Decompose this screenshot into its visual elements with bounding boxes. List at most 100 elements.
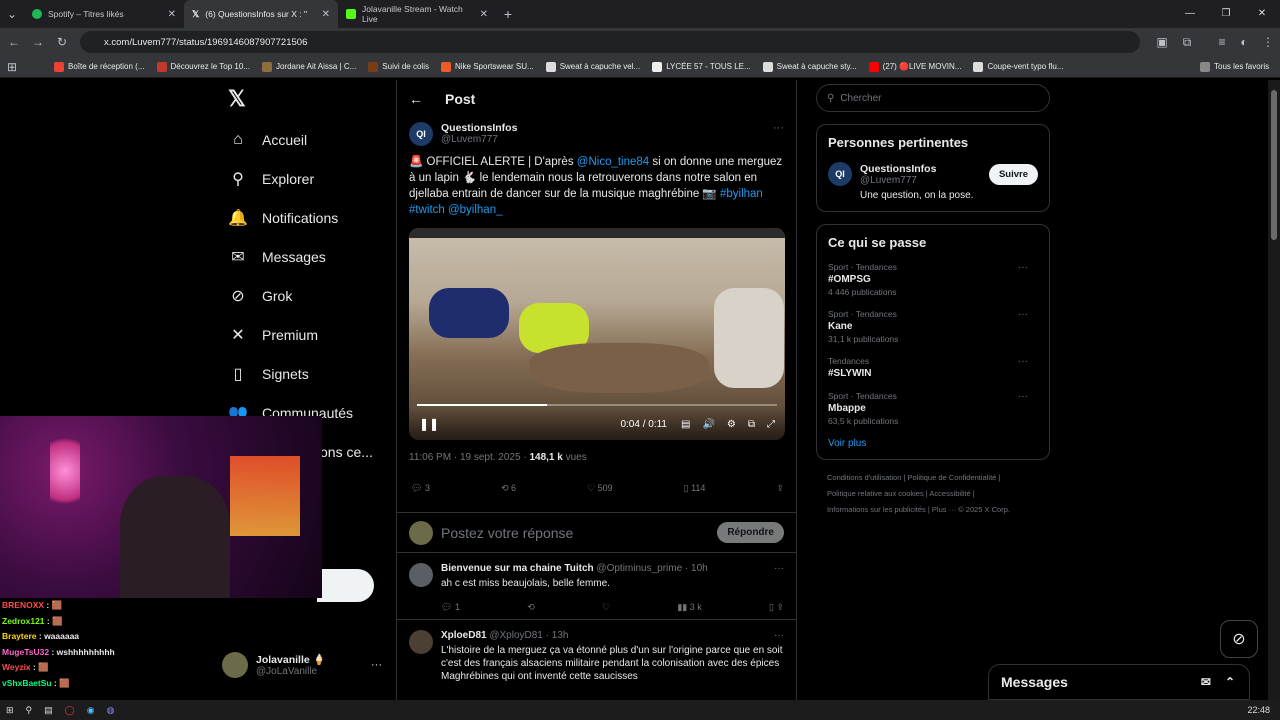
heart-icon[interactable]: ♡ <box>602 602 610 613</box>
close-window-icon[interactable]: ✕ <box>1244 0 1280 28</box>
expand-icon[interactable]: ⌃ <box>1225 675 1235 689</box>
like-action[interactable]: ♡ 509 <box>587 483 613 512</box>
repost-action[interactable]: ⟲ 6 <box>501 483 516 512</box>
settings-icon[interactable]: ⚙ <box>727 419 736 430</box>
repost-icon[interactable]: ⟲ <box>527 602 535 613</box>
scrollbar-thumb[interactable] <box>1271 90 1277 240</box>
bookmark-youtube[interactable]: (27) 🔴LIVE MOVIN... <box>868 61 961 72</box>
more-icon[interactable]: ··· <box>1018 309 1028 320</box>
nav-notifications[interactable]: 🔔 Notifications <box>222 198 392 237</box>
footer-line[interactable]: Conditions d'utilisation | Politique de … <box>827 470 1039 486</box>
puzzle-icon[interactable]: ⧉ <box>1175 35 1199 50</box>
restore-icon[interactable]: ❐ <box>1208 0 1244 28</box>
trend-item[interactable]: Tendances #SLYWIN ··· <box>828 356 1038 379</box>
reply-author[interactable]: XploeD81 <box>441 630 487 641</box>
trend-item[interactable]: Sport · Tendances Mbappe 63,5 k publicatio… <box>828 391 1038 426</box>
trend-item[interactable]: Sport · Tendances #OMPSG 4 446 publication… <box>828 262 1038 297</box>
x-logo-icon[interactable]: 𝕏 <box>228 86 392 114</box>
messages-drawer[interactable]: Messages ✉ ⌃ <box>988 664 1250 700</box>
captions-icon[interactable]: ▤ <box>681 419 690 430</box>
bookmark-sweat1[interactable]: Sweat à capuche vel... <box>545 61 640 72</box>
nav-premium[interactable]: ✕ Premium <box>222 315 392 354</box>
bookmark-sweat2[interactable]: Sweat à capuche sty... <box>762 61 857 72</box>
bookmark-coupevent[interactable]: Coupe-vent typo flu... <box>973 61 1064 72</box>
reply-action[interactable]: 💬︎ 3 <box>411 483 430 512</box>
discord-icon[interactable]: ◍ <box>107 705 115 716</box>
search-icon[interactable]: ⚲ <box>26 705 33 716</box>
author-avatar[interactable]: QI <box>409 122 433 146</box>
forward-icon[interactable]: → <box>26 35 50 49</box>
follow-button[interactable]: Suivre <box>988 163 1038 185</box>
reply-input[interactable]: Postez votre réponse <box>441 525 573 541</box>
file-explorer-icon[interactable]: ▤ <box>44 705 53 716</box>
bookmark-jordane[interactable]: Jordane Ait Aissa | C... <box>261 61 356 72</box>
reply-item[interactable]: Bienvenue sur ma chaine Tuitch @Optiminu… <box>397 553 796 620</box>
see-more-link[interactable]: Voir plus <box>828 438 1038 449</box>
nav-grok[interactable]: ⊘ Grok <box>222 276 392 315</box>
pause-icon[interactable]: ❚❚ <box>419 417 439 431</box>
mention-link[interactable]: @Nico_tine84 <box>577 156 649 168</box>
windows-start-icon[interactable]: ⊞ <box>6 705 14 716</box>
more-icon[interactable]: ··· <box>1018 391 1028 402</box>
bookmark-icon[interactable]: ▯ ⇪ <box>769 602 784 613</box>
nav-bookmarks[interactable]: ▯ Signets <box>222 354 392 393</box>
close-icon[interactable]: ✕ <box>168 9 176 20</box>
more-icon[interactable]: ··· <box>773 122 784 146</box>
search-input[interactable]: ⚲ Chercher <box>816 84 1050 112</box>
nav-messages[interactable]: ✉ Messages <box>222 237 392 276</box>
more-icon[interactable]: ··· <box>774 563 784 574</box>
close-icon[interactable]: ✕ <box>480 9 488 20</box>
more-icon[interactable]: ··· <box>1018 356 1028 367</box>
chrome-icon[interactable]: ◉ <box>87 705 95 716</box>
post-button[interactable] <box>317 569 374 602</box>
bookmark-nike[interactable]: Nike Sportswear SU... <box>440 61 534 72</box>
account-switcher[interactable]: Jolavanille 🍦 @JoLaVanille ··· <box>222 652 392 678</box>
back-icon[interactable]: ← <box>2 35 26 49</box>
reply-button[interactable]: Répondre <box>717 522 784 543</box>
pip-icon[interactable]: ⧉ <box>748 419 755 430</box>
reply-author[interactable]: Bienvenue sur ma chaine Tuitch <box>441 563 594 574</box>
profile-icon[interactable]: ◐ <box>1232 35 1256 49</box>
volume-icon[interactable]: 🔊 <box>702 419 714 430</box>
menu-icon[interactable]: ⋮ <box>1256 35 1280 49</box>
bookmark-action[interactable]: ▯ 114 <box>684 483 706 512</box>
author-handle[interactable]: @Luvem777 <box>441 134 517 145</box>
extension-icon[interactable]: ▣ <box>1150 35 1174 49</box>
footer-line[interactable]: Informations sur les publicités | Plus ·… <box>827 502 1039 518</box>
nav-home[interactable]: ⌂ Accueil <box>222 120 392 159</box>
opera-icon[interactable]: ◯ <box>65 705 75 716</box>
person-name[interactable]: QuestionsInfos <box>860 163 936 175</box>
views-action[interactable]: ▮▮ 3 k <box>677 602 701 613</box>
more-icon[interactable]: ··· <box>774 630 784 641</box>
video-progress[interactable] <box>417 404 777 406</box>
media-icon[interactable]: ≡ <box>1210 35 1234 49</box>
tab-x-post[interactable]: 𝕏 (6) QuestionsInfos sur X : " ✕ <box>184 0 338 28</box>
reload-icon[interactable]: ↻ <box>50 35 74 49</box>
more-icon[interactable]: ··· <box>371 659 382 671</box>
share-icon[interactable]: ⇪ <box>776 483 784 512</box>
close-icon[interactable]: ✕ <box>322 9 330 20</box>
bookmark-lycee[interactable]: LYCÉE 57 - TOUS LE... <box>652 61 751 72</box>
more-icon[interactable]: ··· <box>1018 262 1028 273</box>
address-bar[interactable]: x.com/Luvem777/status/196914608790772150… <box>80 31 1140 53</box>
all-bookmarks[interactable]: Tous les favoris <box>1200 61 1269 72</box>
avatar[interactable] <box>409 630 433 654</box>
reply-item[interactable]: XploeD81 @XployD81 · 13h ··· L'histoire d… <box>397 620 796 683</box>
footer-line[interactable]: Politique relative aux cookies | Accessi… <box>827 486 1039 502</box>
new-tab-icon[interactable]: + <box>496 6 520 22</box>
apps-icon[interactable]: ⊞ <box>0 60 24 74</box>
grok-button[interactable]: ⊘ <box>1220 620 1258 658</box>
trend-item[interactable]: Sport · Tendances Kane 31,1 k publications… <box>828 309 1038 344</box>
avatar[interactable] <box>409 563 433 587</box>
video-player[interactable]: ❚❚ 0:04 / 0:11 ▤ 🔊 ⚙ ⧉ ⤢ <box>409 228 785 440</box>
tab-spotify[interactable]: Spotify – Titres likés ✕ <box>24 0 184 28</box>
compose-message-icon[interactable]: ✉ <box>1201 675 1211 689</box>
bookmark-gmail[interactable]: Boîte de réception (... <box>54 61 145 72</box>
nav-explore[interactable]: ⚲ Explorer <box>222 159 392 198</box>
author-name[interactable]: QuestionsInfos <box>441 122 517 134</box>
tab-search-icon[interactable]: ⌄ <box>0 7 24 21</box>
bookmark-colis[interactable]: Suivi de colis <box>368 61 429 72</box>
author-avatar[interactable]: QI <box>828 162 852 186</box>
minimize-icon[interactable]: — <box>1172 0 1208 28</box>
reply-action[interactable]: 💬︎ 1 <box>441 602 460 613</box>
